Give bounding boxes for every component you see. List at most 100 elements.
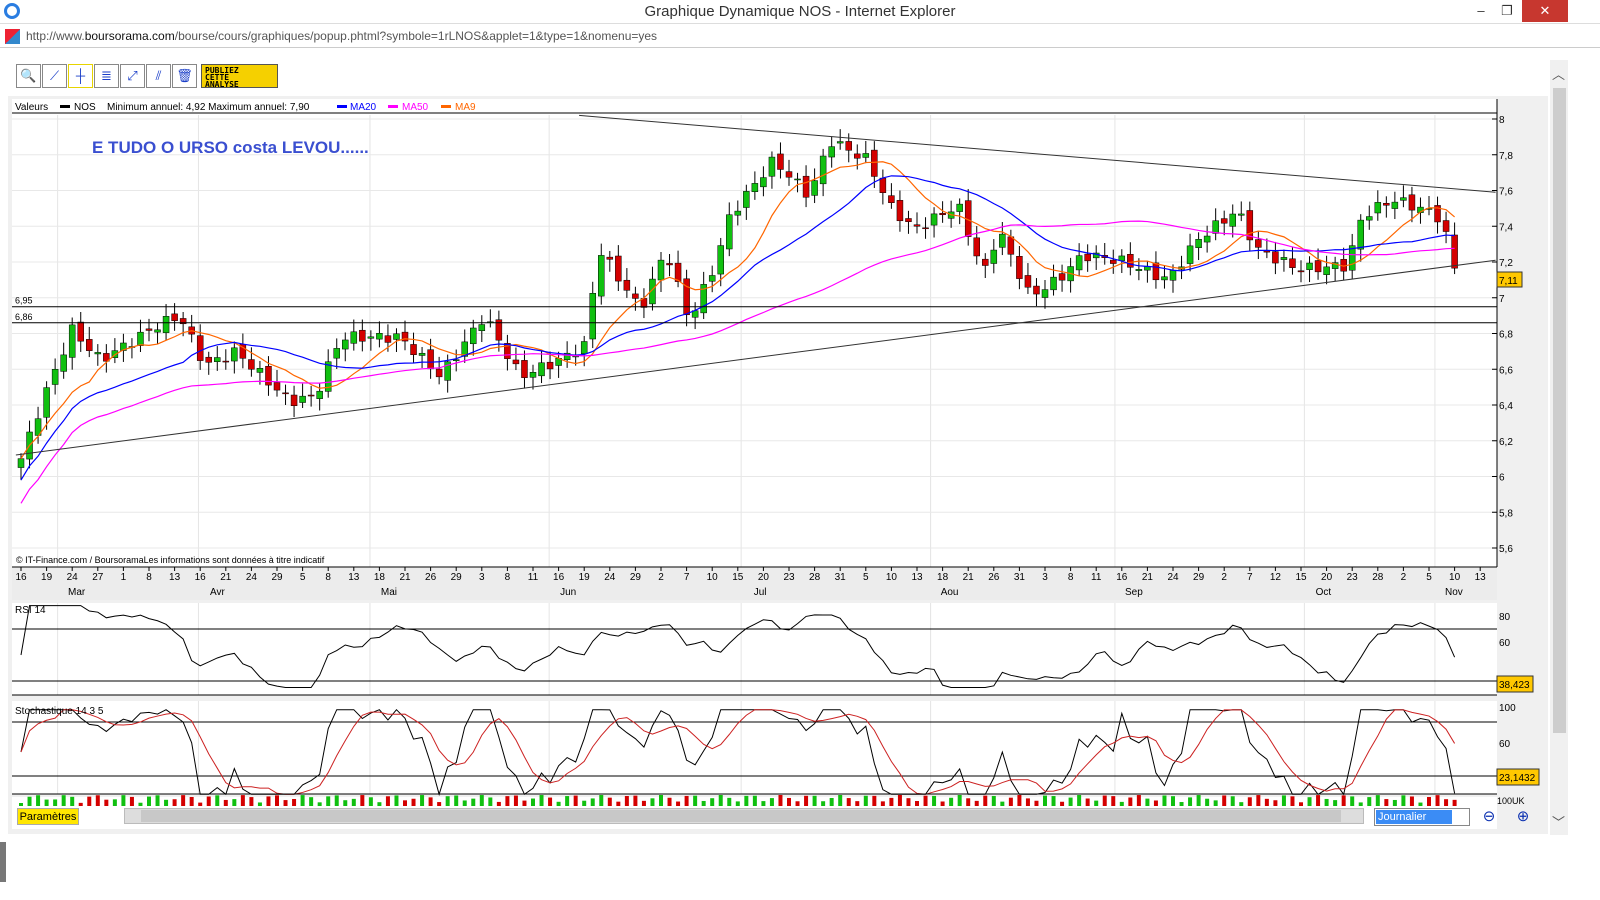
x-tick-label: 28 (809, 572, 821, 583)
volume-bar (633, 795, 638, 806)
candle (86, 339, 93, 351)
volume-bar (240, 795, 245, 806)
horizontal-scrollbar[interactable] (124, 808, 1364, 824)
volume-bar (437, 802, 442, 806)
candle (1391, 201, 1399, 209)
candle (94, 352, 102, 355)
volume-bar (479, 795, 484, 806)
stoch-tick: 100 (1499, 703, 1516, 714)
x-tick-label: 20 (758, 572, 770, 583)
scroll-thumb[interactable] (1553, 88, 1566, 733)
parameters-button[interactable]: Paramètres (17, 808, 79, 825)
volume-bar (915, 801, 919, 806)
x-tick-label: 15 (1295, 572, 1307, 583)
candle (1033, 285, 1040, 295)
volume-bar (1136, 795, 1141, 806)
candle (43, 387, 50, 418)
candle (290, 394, 298, 407)
x-tick-label: 27 (92, 572, 104, 583)
month-label: Mar (68, 587, 86, 598)
volume-bar (1239, 802, 1244, 806)
volume-bar (232, 799, 237, 806)
x-tick-label: 8 (505, 572, 511, 583)
candle (77, 321, 84, 342)
zoom-in-icon[interactable]: ⊕ (1512, 807, 1534, 829)
y-tick-label: 6,8 (1499, 330, 1513, 341)
candle (999, 233, 1006, 248)
volume-bar (573, 795, 578, 806)
candle (913, 224, 921, 227)
x-tick-label: 13 (911, 572, 923, 583)
candle (410, 344, 417, 355)
period-value: Journalier (1376, 810, 1452, 824)
candle (623, 279, 631, 291)
legend-ma9-swatch (441, 105, 451, 108)
volume-bar (795, 801, 800, 806)
volume-bar (1025, 798, 1030, 806)
x-tick-label: 15 (732, 572, 744, 583)
volume-bar (693, 795, 698, 806)
candle (896, 200, 904, 222)
candle (1451, 234, 1458, 269)
candle (17, 458, 25, 468)
candle (273, 382, 281, 391)
copyright-text: © IT-Finance.com / BoursoramaLes informa… (16, 555, 325, 565)
price-chart[interactable]: 8 7,8 7,6 7,4 7,2 7 6,8 6,6 6,4 6,2 6 5,8 5,6 Valeurs… (0, 0, 1550, 840)
volume-bar (906, 798, 911, 806)
volume-bar (454, 795, 459, 806)
x-tick-label: 23 (783, 572, 795, 583)
rsi-tick: 80 (1499, 612, 1511, 623)
volume-bar (1034, 800, 1039, 806)
volume-bar (1375, 795, 1380, 806)
zoom-out-icon[interactable]: ⊖ (1478, 807, 1500, 829)
candle (452, 359, 460, 361)
vertical-scrollbar[interactable]: ︿ ﹀ (1550, 60, 1568, 835)
candle (1127, 254, 1134, 268)
candle (342, 339, 349, 350)
desktop-edge (0, 842, 6, 882)
candle (1289, 258, 1296, 268)
candle (1186, 245, 1194, 264)
candle (1016, 256, 1023, 279)
y-tick-label: 5,8 (1499, 508, 1513, 519)
candle (1220, 218, 1228, 224)
candle (606, 256, 614, 260)
volume-bar (1324, 798, 1329, 806)
x-tick-label: 24 (246, 572, 258, 583)
x-tick-label: 26 (988, 572, 1000, 583)
x-tick-label: 7 (1247, 572, 1253, 583)
volume-bar (940, 801, 945, 806)
volume-bar (360, 795, 365, 806)
volume-bar (778, 795, 783, 806)
volume-bar (496, 801, 501, 806)
candle (828, 146, 835, 158)
candle (1110, 259, 1117, 264)
volume-bar (334, 795, 339, 806)
volume-bar (61, 795, 66, 806)
volume-bar (223, 799, 228, 806)
volume-bar (548, 797, 553, 806)
candle (1075, 255, 1083, 271)
volume-bar (283, 800, 288, 806)
volume-bar (735, 801, 740, 806)
period-select[interactable]: Journalier (1374, 808, 1470, 826)
candle (1400, 197, 1407, 201)
scroll-up-icon[interactable]: ︿ (1552, 64, 1565, 83)
volume-bar (351, 798, 356, 806)
candle (1272, 251, 1279, 264)
candle (282, 392, 289, 395)
candle (657, 259, 665, 281)
volume-bar (1145, 798, 1150, 806)
volume-bar (1264, 798, 1269, 806)
volume-bar (1171, 796, 1175, 806)
volume-bar (991, 795, 996, 806)
scroll-down-icon[interactable]: ﹀ (1552, 812, 1565, 831)
volume-bar (19, 803, 23, 806)
volume-bar (181, 795, 186, 806)
hscroll-thumb[interactable] (141, 810, 1341, 822)
candle (1366, 216, 1373, 221)
x-tick-label: 7 (684, 572, 690, 583)
volume-bar (761, 801, 766, 806)
rsi-title: RSI 14 (15, 605, 46, 616)
candle (367, 336, 375, 339)
